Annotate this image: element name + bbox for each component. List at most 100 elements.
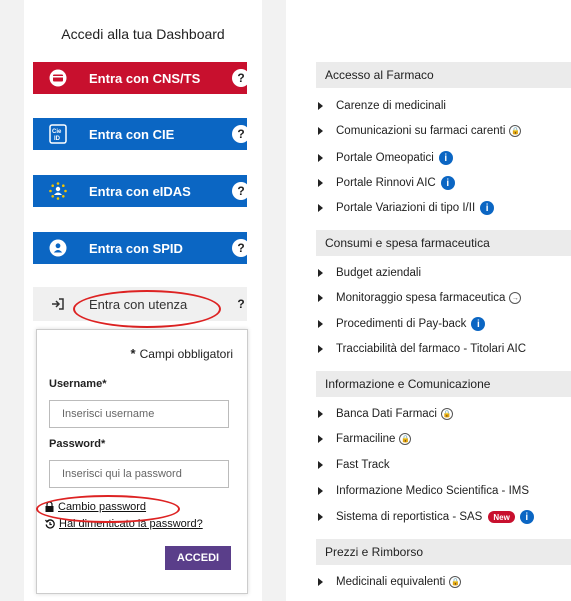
help-icon[interactable]: ? — [232, 239, 250, 257]
required-note-text: Campi obbligatori — [139, 347, 233, 361]
bullet-arrow-icon — [318, 127, 323, 135]
bullet-arrow-icon — [318, 487, 323, 495]
cns-login-label: Entra con CNS/TS — [89, 70, 201, 86]
list-item-label: Fast Track — [336, 459, 390, 471]
bullet-arrow-icon — [318, 102, 323, 110]
lock-icon: 🔒 — [440, 408, 453, 420]
spid-login-button[interactable]: Entra con SPID ? — [33, 232, 250, 264]
list-item[interactable]: Banca Dati Farmaci 🔒 — [318, 408, 453, 420]
help-icon[interactable]: ? — [232, 182, 250, 200]
list-item[interactable]: Portale Rinnovi AIC i — [318, 176, 455, 190]
lock-icon: 🔒 — [509, 125, 522, 137]
svg-text:Cie: Cie — [52, 129, 62, 135]
list-item-label: Monitoraggio spesa farmaceutica — [336, 292, 506, 304]
help-icon[interactable]: ? — [232, 125, 250, 143]
section-informazione: Informazione e Comunicazione — [316, 371, 571, 397]
bullet-arrow-icon — [318, 345, 323, 353]
list-item-label: Medicinali equivalenti — [336, 576, 446, 588]
forgot-password-link[interactable]: Hai dimenticato la password? — [45, 518, 203, 530]
list-item-label: Farmaciline — [336, 433, 396, 445]
help-icon[interactable]: ? — [232, 69, 250, 87]
list-item[interactable]: Procedimenti di Pay-back i — [318, 317, 486, 331]
list-item-label: Portale Rinnovi AIC — [336, 177, 436, 189]
list-item[interactable]: Tracciabilità del farmaco - Titolari AIC — [318, 343, 526, 355]
user-login-button[interactable]: Entra con utenza ? — [33, 287, 247, 321]
info-icon: i — [440, 176, 455, 190]
username-label: Username* — [49, 378, 107, 390]
login-title: Accedi alla tua Dashboard — [61, 26, 225, 42]
section-accesso-farmaco: Accesso al Farmaco — [316, 62, 571, 88]
info-icon: i — [519, 510, 534, 524]
bullet-arrow-icon — [318, 435, 323, 443]
list-item-label: Carenze di medicinali — [336, 100, 446, 112]
submit-button[interactable]: ACCEDI — [165, 546, 231, 570]
cie-login-button[interactable]: Cie ID Entra con CIE ? — [33, 118, 250, 150]
username-label-text: Username — [49, 378, 103, 390]
sign-in-icon — [33, 298, 83, 310]
change-password-text: Cambio password — [58, 501, 147, 513]
section-consumi-spesa: Consumi e spesa farmaceutica — [316, 230, 571, 256]
bullet-arrow-icon — [318, 320, 323, 328]
list-item-label: Portale Variazioni di tipo I/II — [336, 202, 476, 214]
bullet-arrow-icon — [318, 461, 323, 469]
left-gutter — [0, 0, 24, 601]
list-item[interactable]: Portale Variazioni di tipo I/II i — [318, 201, 495, 215]
list-item[interactable]: Medicinali equivalenti 🔒 — [318, 576, 462, 588]
change-password-link[interactable]: Cambio password — [45, 501, 146, 513]
cie-login-label: Entra con CIE — [89, 126, 175, 142]
center-gutter — [262, 0, 286, 601]
bullet-arrow-icon — [318, 179, 323, 187]
eidas-login-button[interactable]: Entra con eIDAS ? — [33, 175, 250, 207]
lock-icon: 🔒 — [399, 433, 412, 445]
list-item[interactable]: Monitoraggio spesa farmaceutica → — [318, 292, 522, 304]
list-item[interactable]: Informazione Medico Scientifica - IMS — [318, 485, 529, 497]
forgot-password-text: Hai dimenticato la password? — [59, 518, 203, 530]
password-label: Password* — [49, 438, 106, 450]
spid-login-label: Entra con SPID — [89, 240, 183, 256]
eu-stars-icon — [33, 181, 83, 201]
list-item-label: Procedimenti di Pay-back — [336, 318, 467, 330]
bullet-arrow-icon — [318, 269, 323, 277]
required-note: * Campi obbligatori — [130, 346, 233, 361]
bullet-arrow-icon — [318, 578, 323, 586]
list-item-label: Comunicazioni su farmaci carenti — [336, 125, 506, 137]
eidas-login-label: Entra con eIDAS — [89, 183, 191, 199]
bullet-arrow-icon — [318, 513, 323, 521]
bullet-arrow-icon — [318, 294, 323, 302]
list-item[interactable]: Budget aziendali — [318, 267, 421, 279]
list-item[interactable]: Fast Track — [318, 459, 390, 471]
card-icon — [33, 69, 83, 87]
list-item[interactable]: Sistema di reportistica - SAS New i — [318, 510, 534, 524]
list-item[interactable]: Farmaciline 🔒 — [318, 433, 412, 445]
list-item[interactable]: Carenze di medicinali — [318, 100, 446, 112]
bullet-arrow-icon — [318, 154, 323, 162]
list-item-label: Informazione Medico Scientifica - IMS — [336, 485, 530, 497]
user-icon — [33, 239, 83, 257]
list-item-label: Sistema di reportistica - SAS — [336, 511, 483, 523]
info-icon: i — [471, 317, 486, 331]
section-prezzi-rimborso: Prezzi e Rimborso — [316, 539, 571, 565]
list-item-label: Tracciabilità del farmaco - Titolari AIC — [336, 343, 527, 355]
lock-icon: 🔒 — [449, 576, 462, 588]
cns-login-button[interactable]: Entra con CNS/TS ? — [33, 62, 250, 94]
lock-icon — [45, 502, 54, 512]
username-field[interactable]: Inserisci username — [49, 400, 229, 428]
cie-id-icon: Cie ID — [33, 124, 83, 144]
list-item-label: Banca Dati Farmaci — [336, 408, 437, 420]
user-login-label: Entra con utenza — [89, 296, 188, 312]
password-field[interactable]: Inserisci qui la password — [49, 460, 229, 488]
list-item[interactable]: Comunicazioni su farmaci carenti 🔒 — [318, 125, 522, 137]
info-icon: i — [480, 201, 495, 215]
bullet-arrow-icon — [318, 204, 323, 212]
sign-in-icon: → — [509, 292, 522, 304]
list-item-label: Portale Omeopatici — [336, 152, 434, 164]
new-badge: New — [488, 511, 515, 523]
list-item-label: Budget aziendali — [336, 267, 422, 279]
list-item[interactable]: Portale Omeopatici i — [318, 151, 453, 165]
help-icon[interactable]: ? — [232, 295, 250, 313]
info-icon: i — [438, 151, 453, 165]
bullet-arrow-icon — [318, 410, 323, 418]
password-label-text: Password — [49, 438, 101, 450]
login-form: * Campi obbligatori Username* Inserisci u… — [36, 329, 248, 594]
history-icon — [45, 519, 55, 529]
